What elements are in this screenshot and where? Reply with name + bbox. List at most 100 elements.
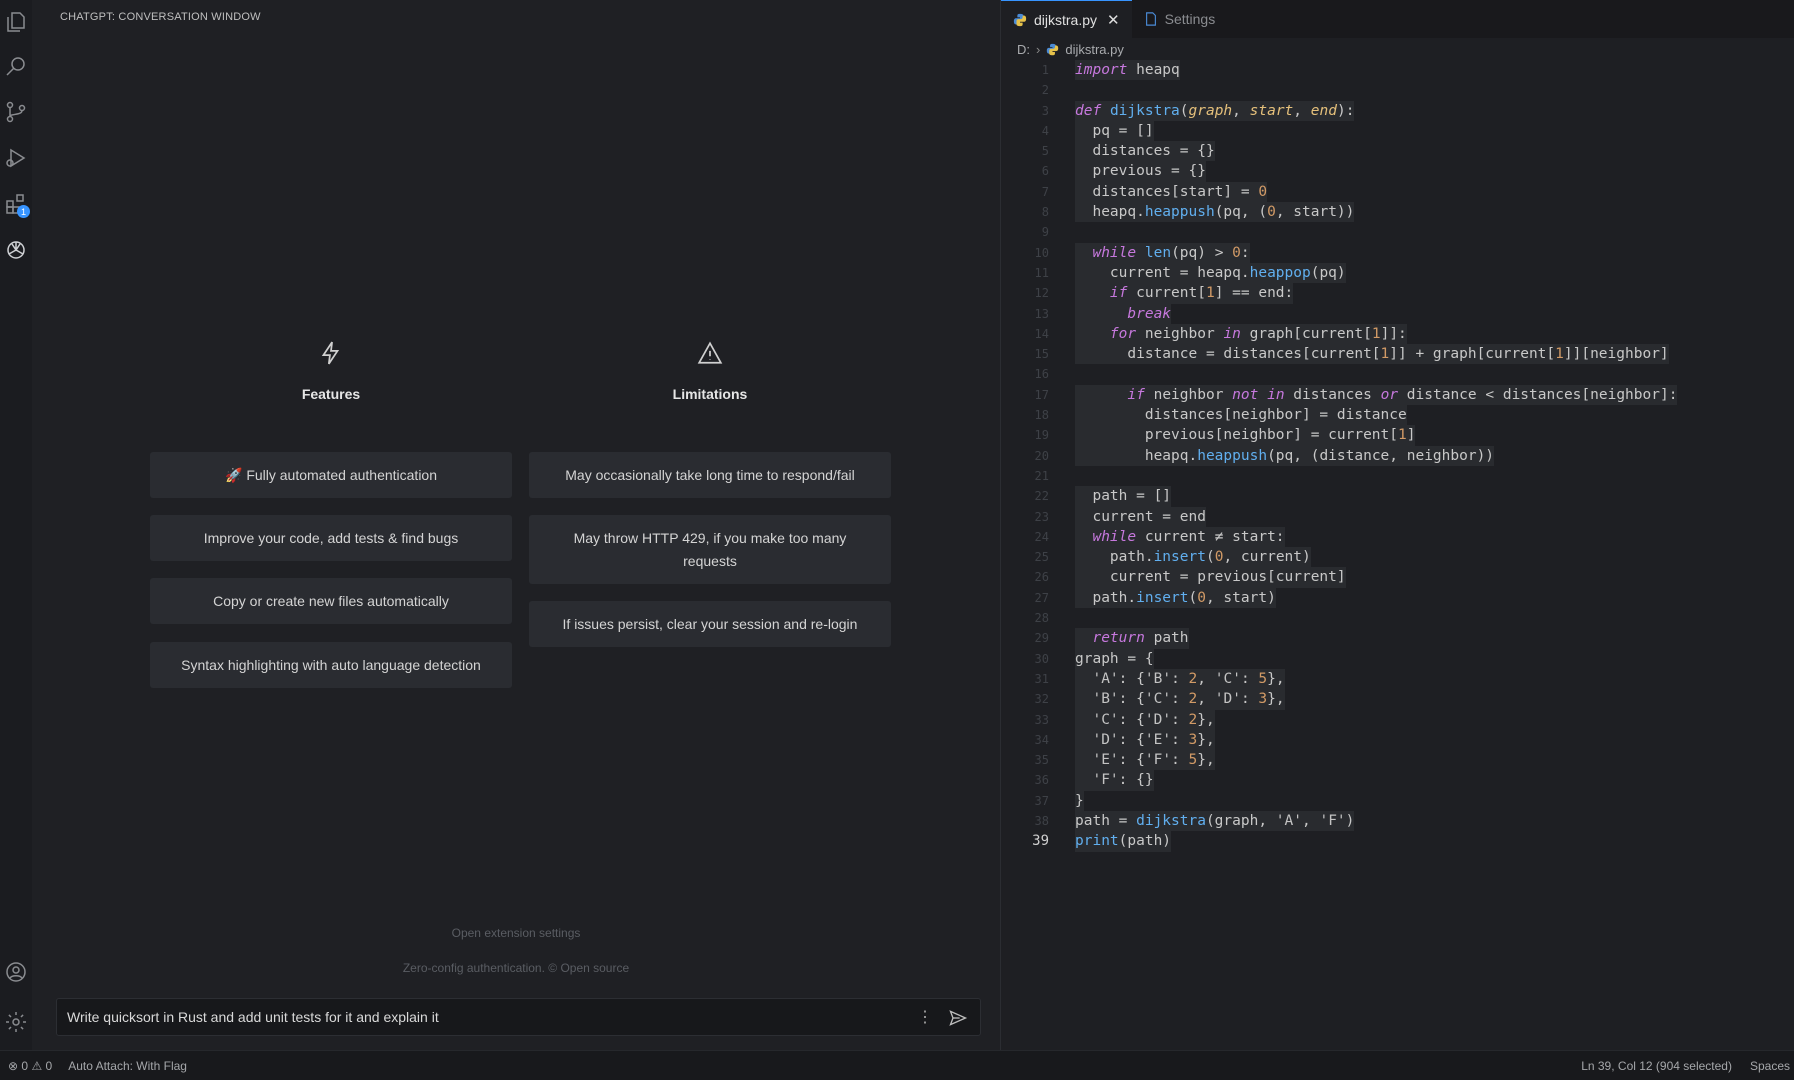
line-number: 3: [1041, 103, 1049, 118]
code-line[interactable]: 3 def dijkstra(graph, start, end):: [1001, 100, 1794, 121]
limitation-card-1[interactable]: May throw HTTP 429, if you make too many…: [529, 515, 891, 584]
code-text: path.insert(0, start): [1075, 587, 1276, 609]
code-line[interactable]: 39 print(path): [1001, 831, 1794, 852]
code-text: if current[1] == end:: [1075, 283, 1294, 304]
line-number: 19: [1034, 428, 1049, 443]
code-text: current = heapq.heappop(pq): [1075, 262, 1346, 284]
code-line[interactable]: 33 'C': {'D': 2},: [1001, 709, 1794, 730]
breadcrumb-file[interactable]: dijkstra.py: [1065, 42, 1124, 57]
send-button[interactable]: [945, 1005, 971, 1031]
code-text: pq = []: [1075, 120, 1154, 142]
code-line[interactable]: 10 while len(pq) > 0:: [1001, 242, 1794, 263]
code-line[interactable]: 21: [1001, 466, 1794, 486]
chatgpt-icon[interactable]: [2, 236, 30, 264]
code-line[interactable]: 32 'B': {'C': 2, 'D': 3},: [1001, 689, 1794, 710]
code-line[interactable]: 25 path.insert(0, current): [1001, 547, 1794, 568]
code-line[interactable]: 12 if current[1] == end:: [1001, 283, 1794, 304]
line-number: 37: [1034, 793, 1049, 808]
code-line[interactable]: 4 pq = []: [1001, 120, 1794, 142]
code-text: current = end: [1075, 506, 1206, 527]
more-options-button[interactable]: ⋮: [915, 1007, 935, 1029]
code-line[interactable]: 31 'A': {'B': 2, 'C': 5},: [1001, 668, 1794, 690]
code-text: 'F': {}: [1075, 770, 1154, 791]
line-number: 12: [1034, 286, 1049, 301]
explorer-icon[interactable]: [2, 8, 30, 36]
line-number: 27: [1034, 590, 1049, 605]
code-line[interactable]: 30 graph = {: [1001, 648, 1794, 669]
features-header: Features: [150, 336, 512, 402]
code-line[interactable]: 8 heapq.heappush(pq, (0, start)): [1001, 202, 1794, 223]
extensions-icon[interactable]: 1: [2, 190, 30, 218]
code-line[interactable]: 26 current = previous[current]: [1001, 567, 1794, 588]
breadcrumb-separator: ›: [1036, 41, 1041, 57]
status-right: Ln 39, Col 12 (904 selected) Spaces: [1581, 1059, 1790, 1073]
code-editor[interactable]: 1 import heapq 2 3 def dijkstra(graph, start…: [1001, 60, 1794, 852]
features-heading: Features: [301, 386, 361, 402]
code-line[interactable]: 6 previous = {}: [1001, 161, 1794, 182]
settings-gear-icon[interactable]: [2, 1008, 30, 1036]
code-line[interactable]: 18 distances[neighbor] = distance: [1001, 405, 1794, 426]
code-line[interactable]: 37}: [1001, 790, 1794, 811]
source-control-icon[interactable]: [2, 98, 30, 126]
feature-card-2[interactable]: Copy or create new files automatically: [150, 578, 512, 624]
chat-input[interactable]: [65, 999, 905, 1035]
code-line[interactable]: 5 distances = {}: [1001, 141, 1794, 162]
code-line[interactable]: 15 distance = distances[current[1]] + gr…: [1001, 344, 1794, 365]
cursor-position[interactable]: Ln 39, Col 12 (904 selected): [1581, 1059, 1732, 1073]
feature-card-3[interactable]: Syntax highlighting with auto language d…: [150, 642, 512, 688]
account-icon[interactable]: [2, 958, 30, 986]
feature-card-0[interactable]: 🚀 Fully automated authentication: [150, 452, 512, 498]
code-line[interactable]: 9: [1001, 222, 1794, 242]
code-line[interactable]: 13 break: [1001, 303, 1794, 324]
code-line[interactable]: 17 if neighbor not in distances or dista…: [1001, 384, 1794, 406]
code-line[interactable]: 22 path = []: [1001, 486, 1794, 507]
line-number: 36: [1034, 773, 1049, 788]
code-line[interactable]: 38 path = dijkstra(graph, 'A', 'F'): [1001, 810, 1794, 832]
code-line[interactable]: 20 heapq.heappush(pq, (distance, neighbo…: [1001, 445, 1794, 466]
code-line[interactable]: 29 return path: [1001, 628, 1794, 649]
open-settings-link[interactable]: Open extension settings: [32, 926, 1000, 940]
line-number: 23: [1034, 509, 1049, 524]
limitations-header: Limitations: [529, 336, 891, 402]
limitation-card-0[interactable]: May occasionally take long time to respo…: [529, 452, 891, 498]
close-icon[interactable]: ✕: [1107, 11, 1120, 29]
search-icon[interactable]: [2, 52, 30, 80]
code-line[interactable]: 7 distances[start] = 0: [1001, 181, 1794, 203]
code-text: }: [1075, 790, 1084, 811]
line-number: 17: [1034, 387, 1049, 402]
limitations-heading: Limitations: [672, 386, 748, 402]
run-debug-icon[interactable]: [2, 144, 30, 172]
auto-attach-status[interactable]: Auto Attach: With Flag: [68, 1059, 187, 1073]
code-line[interactable]: 2: [1001, 80, 1794, 100]
line-number: 33: [1034, 712, 1049, 727]
code-line[interactable]: 16: [1001, 364, 1794, 384]
indentation-status[interactable]: Spaces: [1750, 1059, 1790, 1073]
tab-dijkstra[interactable]: dijkstra.py ✕: [1001, 0, 1132, 38]
code-line[interactable]: 35 'E': {'F': 5},: [1001, 750, 1794, 771]
line-number: 10: [1034, 245, 1049, 260]
limitation-card-2[interactable]: If issues persist, clear your session an…: [529, 601, 891, 647]
line-number: 18: [1034, 408, 1049, 423]
code-line[interactable]: 34 'D': {'E': 3},: [1001, 729, 1794, 751]
line-number: 29: [1034, 631, 1049, 646]
code-line[interactable]: 1 import heapq: [1001, 60, 1794, 81]
code-line[interactable]: 23 current = end: [1001, 506, 1794, 527]
code-text: distances = {}: [1075, 141, 1215, 162]
code-line[interactable]: 36 'F': {}: [1001, 770, 1794, 791]
problems-indicator[interactable]: ⊗ 0 ⚠ 0: [8, 1059, 52, 1073]
breadcrumb-drive[interactable]: D:: [1017, 42, 1030, 57]
line-number: 30: [1034, 651, 1049, 666]
code-line[interactable]: 19 previous[neighbor] = current[1]: [1001, 425, 1794, 446]
code-line[interactable]: 14 for neighbor in graph[current[1]]:: [1001, 323, 1794, 345]
python-file-icon: [1013, 13, 1027, 26]
code-line[interactable]: 24 while current ≠ start:: [1001, 526, 1794, 548]
code-text: print(path): [1075, 831, 1172, 852]
code-text: import heapq: [1075, 60, 1180, 81]
code-line[interactable]: 28: [1001, 608, 1794, 628]
code-text: path = dijkstra(graph, 'A', 'F'): [1075, 810, 1355, 832]
code-line[interactable]: 27 path.insert(0, start): [1001, 587, 1794, 609]
vscode-window: 1 CHATGPT: CONVERSATION WINDOW Features …: [0, 0, 1794, 1080]
tab-settings[interactable]: Settings: [1132, 0, 1228, 38]
feature-card-1[interactable]: Improve your code, add tests & find bugs: [150, 515, 512, 561]
code-line[interactable]: 11 current = heapq.heappop(pq): [1001, 262, 1794, 284]
